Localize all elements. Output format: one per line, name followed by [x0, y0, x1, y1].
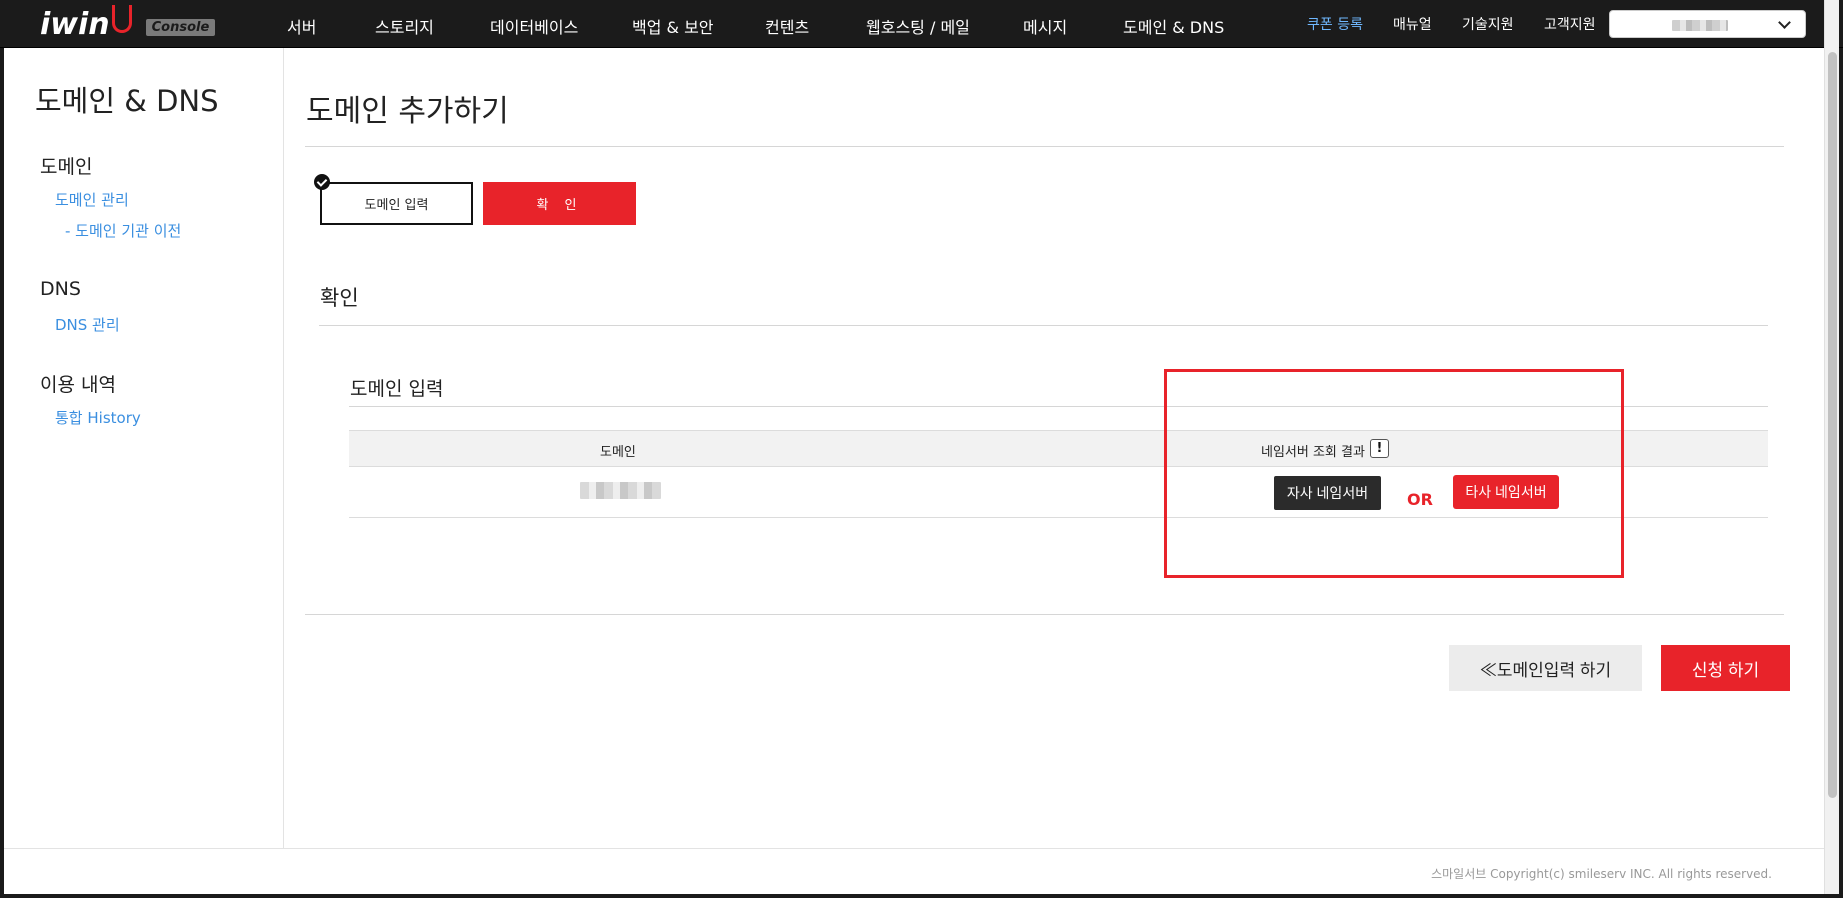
bottom-divider: [305, 614, 1784, 615]
section-title: 확인: [320, 286, 359, 310]
sidebar-section-dns: DNS: [40, 278, 81, 300]
vertical-scrollbar[interactable]: [1824, 0, 1839, 894]
sidebar-link-history[interactable]: 통합 History: [55, 407, 141, 428]
coupon-link[interactable]: 쿠폰 등록: [1307, 14, 1363, 34]
footer: 스마일서브 Copyright(c) smileserv INC. All ri…: [4, 848, 1824, 894]
account-select[interactable]: [1609, 10, 1806, 38]
title-divider: [305, 146, 1784, 147]
scrollbar-thumb[interactable]: [1828, 52, 1837, 798]
menu-item-storage[interactable]: 스토리지: [375, 14, 434, 38]
sidebar-link-domain-transfer[interactable]: - 도메인 기관 이전: [65, 220, 181, 241]
top-navigation: iwin Console 서버 스토리지 데이터베이스 백업 & 보안 컨텐츠 …: [0, 0, 1843, 48]
logo[interactable]: iwin Console: [40, 5, 216, 42]
redacted-account: [1672, 20, 1728, 31]
manual-link[interactable]: 매뉴얼: [1393, 14, 1432, 34]
page-title: 도메인 추가하기: [306, 94, 509, 129]
chevron-down-icon: [1778, 16, 1791, 29]
copyright-text: 스마일서브 Copyright(c) smileserv INC. All ri…: [1431, 867, 1772, 881]
sidebar-title: 도메인 & DNS: [35, 84, 219, 118]
sidebar-section-usage: 이용 내역: [40, 374, 116, 396]
logo-text: iwin: [40, 6, 110, 42]
menu-item-server[interactable]: 서버: [287, 14, 316, 38]
submit-button[interactable]: 신청 하기: [1661, 645, 1790, 691]
column-header-domain: 도메인: [600, 445, 636, 460]
sidebar-link-domain-management[interactable]: 도메인 관리: [55, 189, 129, 210]
menu-item-database[interactable]: 데이터베이스: [490, 14, 578, 38]
sidebar-section-domain: 도메인: [40, 156, 93, 178]
menu-item-domain-dns[interactable]: 도메인 & DNS: [1123, 14, 1224, 38]
step-confirm[interactable]: 확 인: [483, 182, 636, 225]
back-to-domain-input-button[interactable]: ≪도메인입력 하기: [1449, 645, 1642, 691]
sub-title: 도메인 입력: [350, 378, 444, 400]
menu-item-backup-security[interactable]: 백업 & 보안: [632, 14, 714, 38]
sidebar-link-dns-management[interactable]: DNS 관리: [55, 314, 120, 335]
redacted-domain: [580, 482, 661, 499]
menu-item-message[interactable]: 메시지: [1023, 14, 1067, 38]
customer-support-link[interactable]: 고객지원: [1544, 14, 1596, 34]
smile-icon: [111, 5, 132, 33]
menu-item-contents[interactable]: 컨텐츠: [765, 14, 809, 38]
console-badge: Console: [145, 18, 216, 36]
check-icon: [314, 174, 330, 190]
sidebar: 도메인 & DNS 도메인 도메인 관리 - 도메인 기관 이전 DNS DNS…: [4, 48, 284, 848]
menu-item-webhosting-mail[interactable]: 웹호스팅 / 메일: [866, 14, 970, 38]
step-domain-input[interactable]: 도메인 입력: [320, 182, 473, 225]
tech-support-link[interactable]: 기술지원: [1462, 14, 1514, 34]
highlight-box: [1164, 369, 1624, 578]
section-divider: [319, 325, 1768, 326]
